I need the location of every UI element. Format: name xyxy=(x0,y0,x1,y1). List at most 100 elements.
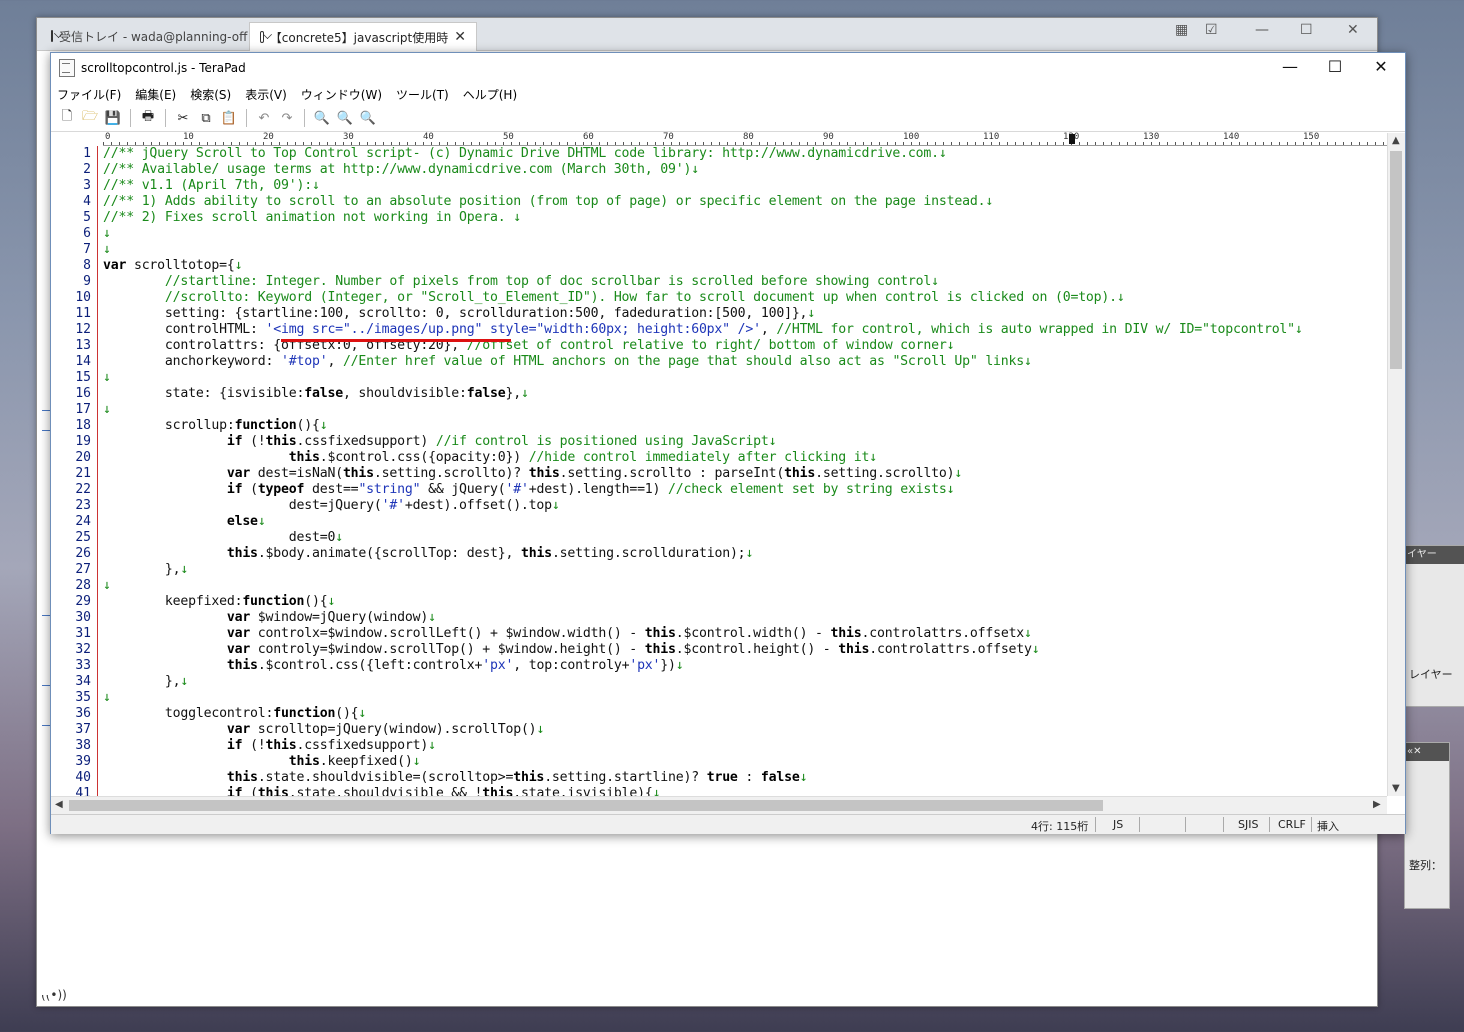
line-number: 22 xyxy=(75,482,91,497)
code-line[interactable]: controlHTML: '<img src="../images/up.png… xyxy=(103,322,1387,338)
code-line[interactable]: var controly=$window.scrollTop() + $wind… xyxy=(103,642,1387,658)
line-number: 37 xyxy=(75,722,91,737)
code-line[interactable]: ↓ xyxy=(103,226,1387,242)
code-line[interactable]: if (!this.cssfixedsupport) //if control … xyxy=(103,434,1387,450)
code-line[interactable]: var scrolltop=jQuery(window).scrollTop()… xyxy=(103,722,1387,738)
code-line[interactable]: ↓ xyxy=(103,370,1387,386)
code-line[interactable]: this.state.shouldvisible=(scrolltop>=thi… xyxy=(103,770,1387,786)
code-line[interactable]: //** 2) Fixes scroll animation not worki… xyxy=(103,210,1387,226)
menu-search[interactable]: 検索(S) xyxy=(190,86,231,103)
code-line[interactable]: ↓ xyxy=(103,402,1387,418)
close-icon[interactable]: ✕ xyxy=(454,29,466,45)
panel-title: «✕ xyxy=(1405,743,1449,761)
code-line[interactable]: this.keepfixed()↓ xyxy=(103,754,1387,770)
line-number: 36 xyxy=(75,706,91,721)
calendar-icon[interactable]: ▦ xyxy=(1175,22,1188,38)
code-line[interactable]: this.$control.css({opacity:0}) //hide co… xyxy=(103,450,1387,466)
code-area[interactable]: //** jQuery Scroll to Top Control script… xyxy=(103,146,1387,796)
code-line[interactable]: else↓ xyxy=(103,514,1387,530)
checklist-icon[interactable]: ☑ xyxy=(1205,22,1218,38)
code-line[interactable]: var $window=jQuery(window)↓ xyxy=(103,610,1387,626)
status-bar: 4行: 115桁 JS SJIS CRLF 挿入 xyxy=(51,814,1405,834)
menu-bar: ファイル(F) 編集(E) 検索(S) 表示(V) ウィンドウ(W) ツール(T… xyxy=(51,83,1405,105)
undo-icon[interactable]: ↶ xyxy=(254,108,274,128)
menu-window[interactable]: ウィンドウ(W) xyxy=(301,86,382,103)
paste-icon[interactable]: 📋 xyxy=(219,108,239,128)
code-editor[interactable]: 1 2 3 4 5 6 7 8 9 10 11 12 13 14 15 16 17 18 19 20 21 22 23 24 2… xyxy=(51,146,1387,796)
code-line[interactable]: dest=0↓ xyxy=(103,530,1387,546)
vertical-scrollbar[interactable]: ▲ ▼ xyxy=(1387,133,1405,796)
close-icon[interactable]: ✕ xyxy=(1366,57,1396,76)
code-line[interactable]: this.$control.css({left:controlx+'px', t… xyxy=(103,658,1387,674)
panel-title: イヤー xyxy=(1405,546,1464,564)
new-file-icon[interactable]: 🗋 xyxy=(57,108,77,128)
maximize-icon[interactable]: ☐ xyxy=(1320,57,1350,76)
scroll-up-icon[interactable]: ▲ xyxy=(1392,135,1400,146)
code-line[interactable]: scrollup:function(){↓ xyxy=(103,418,1387,434)
minimize-icon[interactable]: — xyxy=(1255,22,1269,38)
line-number: 27 xyxy=(75,562,91,577)
tab-inbox[interactable]: 受信トレイ - wada@planning-off xyxy=(41,22,251,50)
line-break: CRLF xyxy=(1278,818,1306,831)
layer-panel: イヤー レイヤー xyxy=(1404,545,1464,707)
panel-label: レイヤー xyxy=(1409,668,1453,681)
ruler-label: 70 xyxy=(663,132,674,142)
code-line[interactable]: },↓ xyxy=(103,674,1387,690)
code-line[interactable]: //** v1.1 (April 7th, 09'):↓ xyxy=(103,178,1387,194)
code-line[interactable]: setting: {startline:100, scrollto: 0, sc… xyxy=(103,306,1387,322)
code-line[interactable]: ↓ xyxy=(103,578,1387,594)
code-line[interactable]: //scrollto: Keyword (Integer, or "Scroll… xyxy=(103,290,1387,306)
open-folder-icon[interactable]: 🗁 xyxy=(80,108,100,128)
print-icon[interactable]: 🖶 xyxy=(138,108,158,128)
line-number: 32 xyxy=(75,642,91,657)
horizontal-scrollbar[interactable]: ◀ ▶ xyxy=(51,796,1387,814)
code-line[interactable]: //** 1) Adds ability to scroll to an abs… xyxy=(103,194,1387,210)
line-number: 35 xyxy=(75,690,91,705)
save-icon[interactable]: 💾 xyxy=(103,108,123,128)
code-line[interactable]: if (this.state.shouldvisible && !this.st… xyxy=(103,786,1387,796)
line-number: 25 xyxy=(75,530,91,545)
cut-icon[interactable]: ✂ xyxy=(173,108,193,128)
menu-file[interactable]: ファイル(F) xyxy=(57,86,121,103)
code-line[interactable]: var scrolltotop={↓ xyxy=(103,258,1387,274)
close-icon[interactable]: ✕ xyxy=(1347,22,1359,38)
code-line[interactable]: anchorkeyword: '#top', //Enter href valu… xyxy=(103,354,1387,370)
scroll-down-icon[interactable]: ▼ xyxy=(1392,783,1400,794)
code-line[interactable]: if (!this.cssfixedsupport)↓ xyxy=(103,738,1387,754)
code-line[interactable]: ↓ xyxy=(103,690,1387,706)
code-line[interactable]: //startline: Integer. Number of pixels f… xyxy=(103,274,1387,290)
menu-help[interactable]: ヘルプ(H) xyxy=(463,86,517,103)
code-line[interactable]: this.$body.animate({scrollTop: dest}, th… xyxy=(103,546,1387,562)
align-label: 整列： xyxy=(1409,859,1442,872)
code-line[interactable]: dest=jQuery('#'+dest).offset().top↓ xyxy=(103,498,1387,514)
code-line[interactable]: ↓ xyxy=(103,242,1387,258)
find-icon[interactable]: 🔍 xyxy=(312,108,332,128)
code-line[interactable]: keepfixed:function(){↓ xyxy=(103,594,1387,610)
maximize-icon[interactable]: ☐ xyxy=(1300,22,1313,38)
minimize-icon[interactable]: — xyxy=(1275,57,1305,76)
ruler-label: 130 xyxy=(1143,132,1160,142)
menu-view[interactable]: 表示(V) xyxy=(245,86,287,103)
copy-icon[interactable]: ⧉ xyxy=(196,108,216,128)
menu-edit[interactable]: 編集(E) xyxy=(135,86,176,103)
code-line[interactable]: var dest=isNaN(this.setting.scrollto)? t… xyxy=(103,466,1387,482)
tab-concrete5[interactable]: 【concrete5】javascript使用時 ✕ xyxy=(249,22,477,51)
scroll-left-icon[interactable]: ◀ xyxy=(55,799,63,810)
scrollbar-thumb[interactable] xyxy=(69,800,1103,811)
code-line[interactable]: state: {isvisible:false, shouldvisible:f… xyxy=(103,386,1387,402)
code-line[interactable]: var controlx=$window.scrollLeft() + $win… xyxy=(103,626,1387,642)
code-line[interactable]: if (typeof dest=="string" && jQuery('#'+… xyxy=(103,482,1387,498)
code-line[interactable]: togglecontrol:function(){↓ xyxy=(103,706,1387,722)
find-prev-icon[interactable]: 🔍 xyxy=(358,108,378,128)
line-number: 11 xyxy=(75,306,91,321)
menu-tools[interactable]: ツール(T) xyxy=(396,86,449,103)
find-next-icon[interactable]: 🔍 xyxy=(335,108,355,128)
redo-icon[interactable]: ↷ xyxy=(277,108,297,128)
scroll-right-icon[interactable]: ▶ xyxy=(1373,799,1381,810)
scrollbar-thumb[interactable] xyxy=(1390,151,1402,369)
code-line[interactable]: //** Available/ usage terms at http://ww… xyxy=(103,162,1387,178)
code-line[interactable]: //** jQuery Scroll to Top Control script… xyxy=(103,146,1387,162)
code-line[interactable]: },↓ xyxy=(103,562,1387,578)
line-number: 7 xyxy=(83,242,91,257)
line-number: 16 xyxy=(75,386,91,401)
